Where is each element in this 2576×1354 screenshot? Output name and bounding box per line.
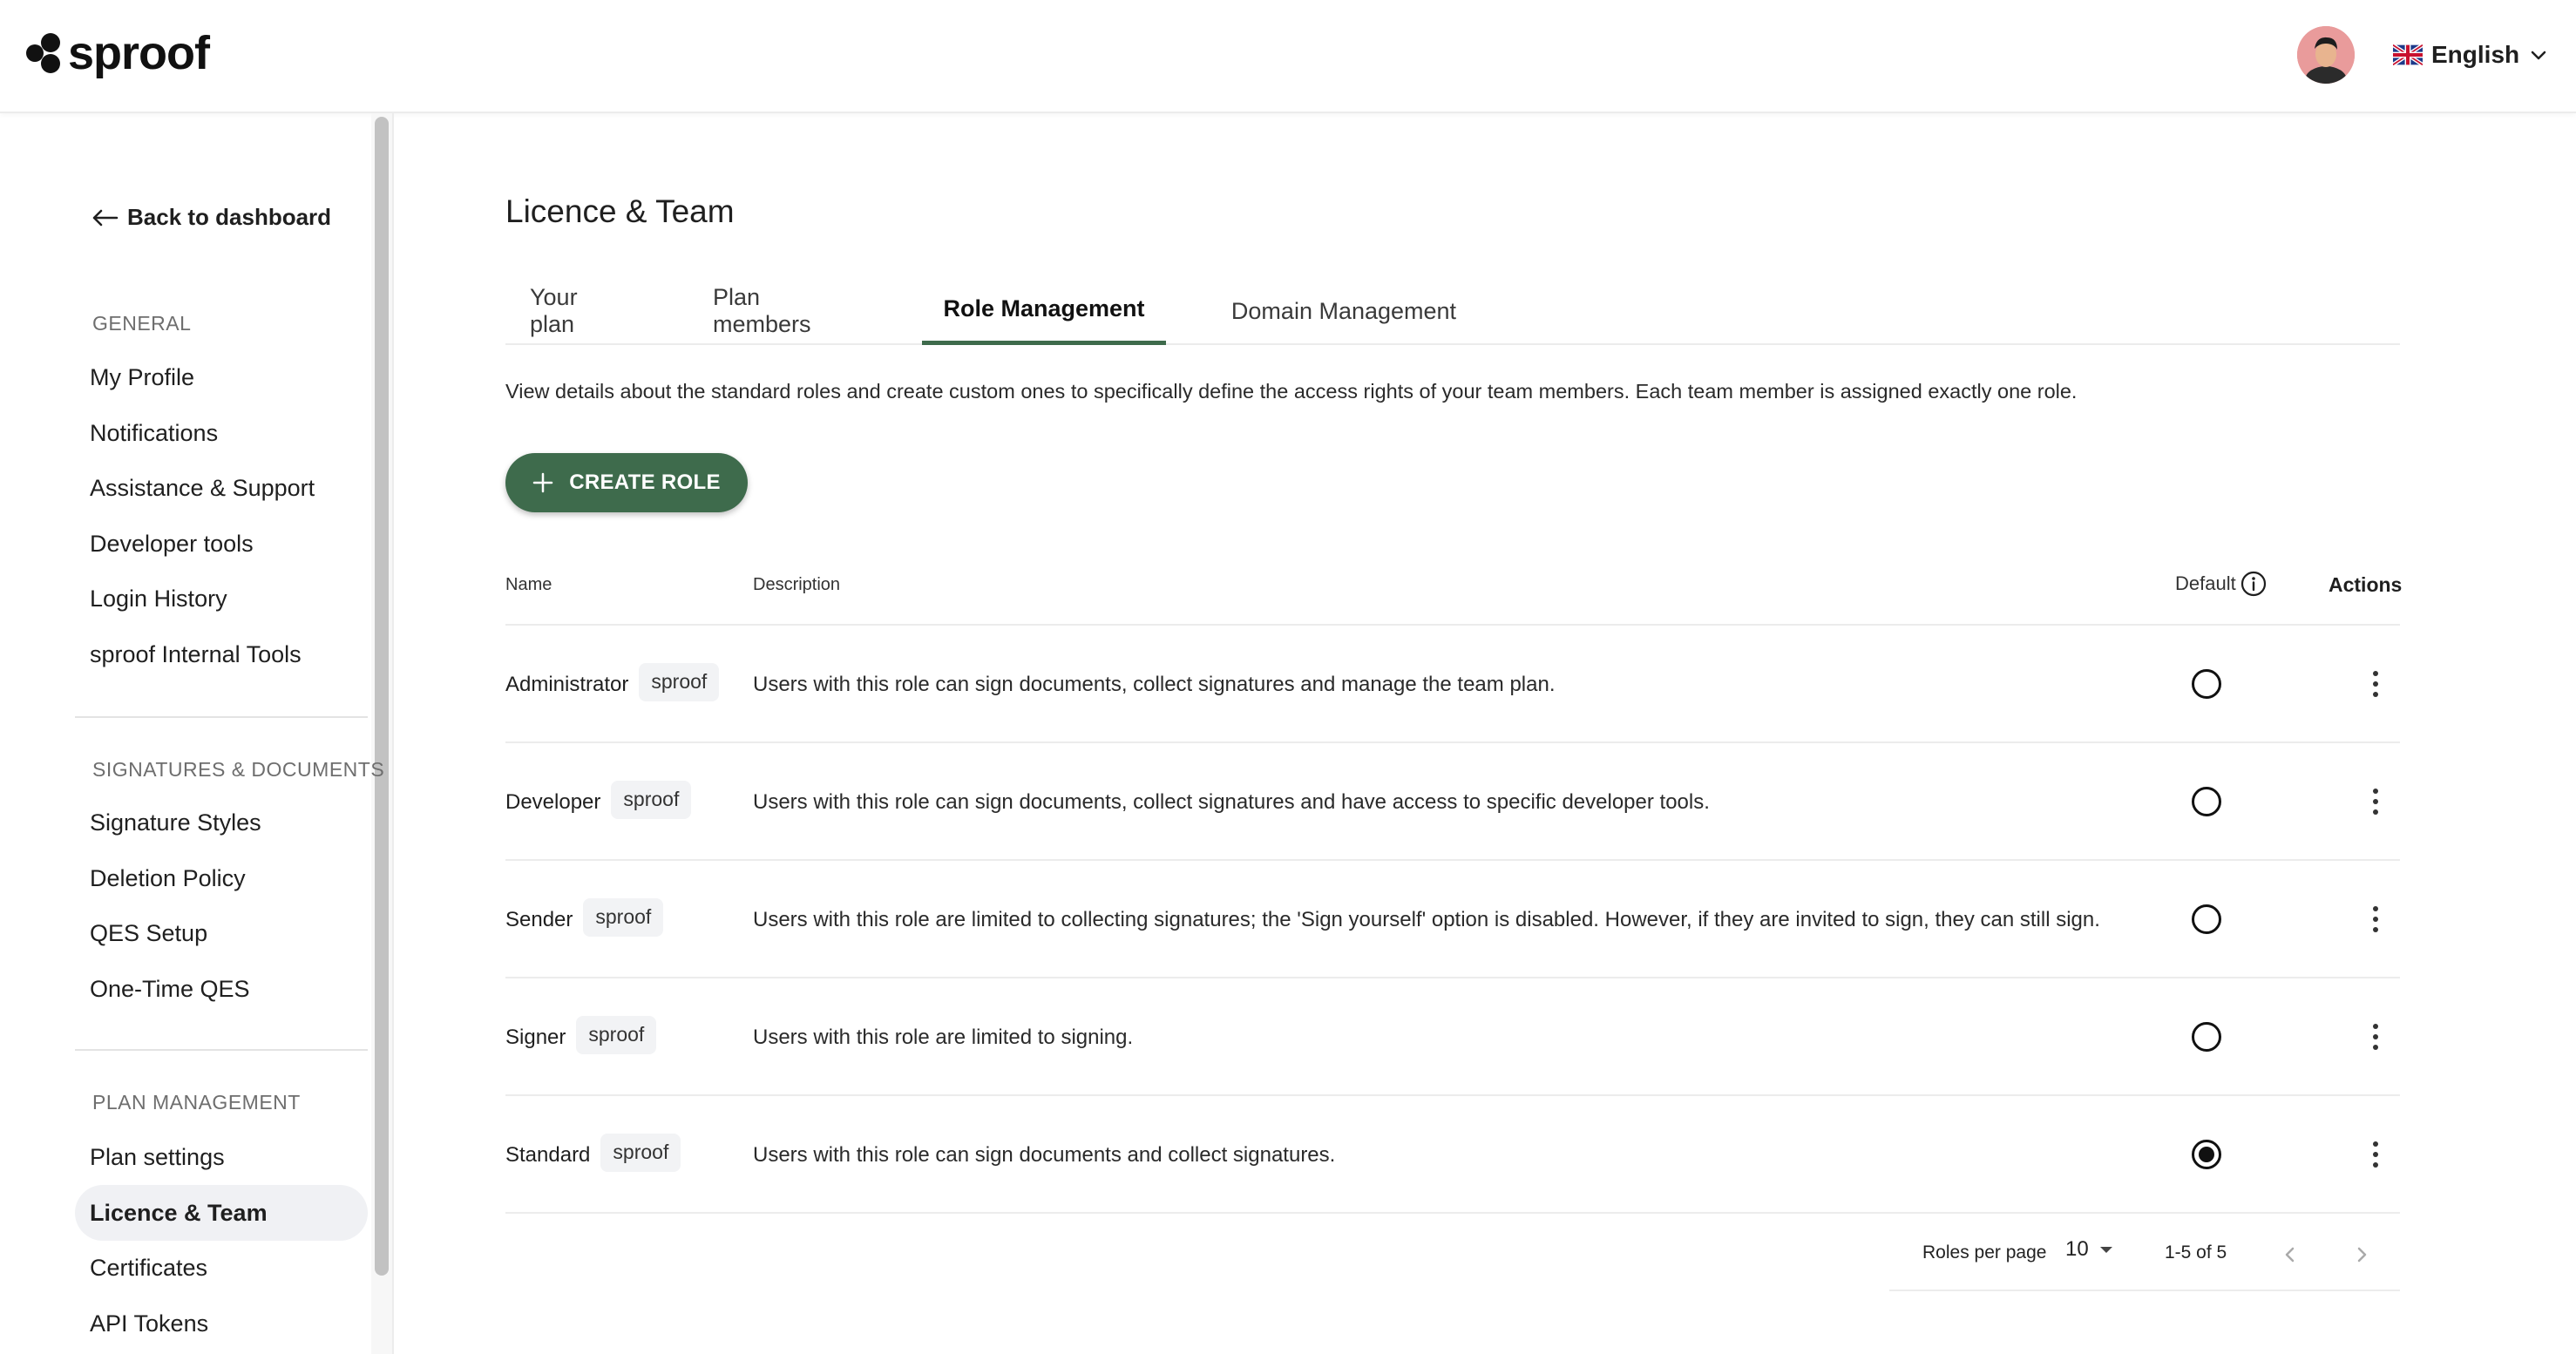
sidebar-item-login-history[interactable]: Login History	[75, 571, 368, 626]
caret-down-icon	[2099, 1247, 2112, 1253]
sidebar-divider	[75, 716, 368, 718]
info-icon[interactable]	[2240, 570, 2268, 598]
column-header-actions: Actions	[2329, 573, 2403, 596]
table-row: Developer sproof Users with this role ca…	[505, 743, 2400, 861]
table-row: Signer sproof Users with this role are l…	[505, 978, 2400, 1096]
role-name-cell: Sender sproof	[505, 861, 664, 978]
column-header-default-label: Default	[2175, 572, 2236, 594]
user-avatar[interactable]	[2297, 26, 2355, 84]
sproof-logo[interactable]: sproof	[24, 26, 210, 80]
role-badge: sproof	[583, 897, 664, 937]
more-vert-icon[interactable]	[2358, 783, 2393, 820]
chevron-down-icon	[2531, 51, 2546, 60]
default-radio[interactable]	[2192, 1022, 2221, 1052]
page-title: Licence & Team	[505, 193, 735, 229]
sidebar-item-api-tokens[interactable]: API Tokens	[75, 1296, 368, 1351]
more-vert-icon[interactable]	[2358, 666, 2393, 702]
column-header-default: Default	[2175, 570, 2268, 598]
table-row: Administrator sproof Users with this rol…	[505, 626, 2400, 743]
table-row: Sender sproof Users with this role are l…	[505, 861, 2400, 978]
sidebar-divider	[75, 1049, 368, 1051]
column-header-name: Name	[505, 575, 552, 594]
more-vert-icon[interactable]	[2358, 1136, 2393, 1173]
logo-text: sproof	[68, 27, 210, 79]
tab-plan-members[interactable]: Plan members	[713, 277, 864, 345]
section-title-general: GENERAL	[92, 312, 192, 335]
default-radio[interactable]	[2192, 669, 2221, 699]
sidebar-item-licence-team[interactable]: Licence & Team	[75, 1185, 368, 1241]
create-role-label: CREATE ROLE	[569, 471, 721, 494]
uk-flag-icon	[2393, 44, 2423, 65]
tab-your-plan[interactable]: Your plan	[530, 277, 608, 345]
section-title-signatures-documents: SIGNATURES & DOCUMENTS	[92, 758, 385, 781]
role-description: Users with this role can sign documents …	[753, 1142, 1336, 1167]
role-name-cell: Developer sproof	[505, 743, 692, 861]
rows-per-page-select[interactable]: 10	[2065, 1237, 2115, 1262]
language-selector[interactable]: English	[2393, 35, 2549, 75]
role-name-cell: Administrator sproof	[505, 626, 720, 743]
role-description: Users with this role are limited to coll…	[753, 907, 2100, 931]
tab-domain-management[interactable]: Domain Management	[1224, 277, 1464, 345]
sidebar-item-developer-tools[interactable]: Developer tools	[75, 516, 368, 572]
table-row: Standard sproof Users with this role can…	[505, 1096, 2400, 1214]
sidebar-item-my-profile[interactable]: My Profile	[75, 349, 368, 405]
sidebar-item-signature-styles[interactable]: Signature Styles	[75, 795, 368, 850]
sidebar-item-one-time-qes[interactable]: One-Time QES	[75, 961, 368, 1017]
more-vert-icon[interactable]	[2358, 1019, 2393, 1055]
sidebar-item-deletion-policy[interactable]: Deletion Policy	[75, 850, 368, 906]
role-name: Sender	[505, 907, 573, 931]
sidebar-item-internal-tools[interactable]: sproof Internal Tools	[75, 626, 368, 682]
sidebar: Back to dashboard GENERAL My Profile Not…	[0, 113, 394, 1354]
role-badge: sproof	[611, 780, 692, 819]
default-radio[interactable]	[2192, 787, 2221, 816]
sidebar-item-qes-setup[interactable]: QES Setup	[75, 905, 368, 961]
sidebar-scrollbar-thumb[interactable]	[375, 117, 389, 1276]
tab-role-management[interactable]: Role Management	[922, 277, 1166, 345]
role-description: Users with this role can sign documents,…	[753, 672, 1556, 696]
avatar-icon	[2297, 26, 2355, 84]
chevron-right-icon	[2357, 1247, 2367, 1263]
back-to-dashboard-link[interactable]: Back to dashboard	[91, 204, 331, 231]
tab-bar: Your plan Plan members Role Management D…	[505, 277, 2400, 345]
create-role-button[interactable]: CREATE ROLE	[505, 453, 748, 512]
chevron-left-icon	[2285, 1247, 2295, 1263]
role-badge: sproof	[576, 1015, 657, 1054]
pagination-range: 1-5 of 5	[2165, 1242, 2227, 1263]
previous-page-button[interactable]	[2273, 1237, 2308, 1272]
role-name: Standard	[505, 1142, 591, 1167]
top-bar: sproof English	[0, 0, 2576, 113]
table-bottom-divider	[505, 1212, 2400, 1214]
next-page-button[interactable]	[2344, 1237, 2379, 1272]
sidebar-item-plan-settings[interactable]: Plan settings	[75, 1129, 368, 1185]
pagination: Roles per page 10 1-5 of 5	[1889, 1220, 2400, 1291]
radio-dot	[2199, 1147, 2214, 1162]
plus-icon	[532, 472, 553, 493]
default-radio[interactable]	[2192, 904, 2221, 934]
back-to-dashboard-label: Back to dashboard	[127, 204, 332, 230]
default-radio-selected[interactable]	[2192, 1140, 2221, 1169]
rows-per-page-label: Roles per page	[1922, 1242, 2047, 1263]
intro-text: View details about the standard roles an…	[505, 380, 2078, 403]
role-name: Developer	[505, 789, 601, 814]
sidebar-item-assistance-support[interactable]: Assistance & Support	[75, 460, 368, 516]
arrow-left-icon	[92, 209, 119, 226]
language-label: English	[2431, 41, 2520, 68]
logo-mark-icon	[26, 33, 60, 73]
section-title-plan-management: PLAN MANAGEMENT	[92, 1091, 301, 1114]
role-name-cell: Signer sproof	[505, 978, 657, 1096]
role-description: Users with this role can sign documents,…	[753, 789, 1710, 814]
rows-per-page-value: 10	[2065, 1237, 2089, 1261]
sidebar-item-certificates[interactable]: Certificates	[75, 1240, 368, 1296]
role-name: Administrator	[505, 672, 629, 696]
role-badge: sproof	[639, 662, 720, 701]
sidebar-item-notifications[interactable]: Notifications	[75, 405, 368, 461]
role-name-cell: Standard sproof	[505, 1096, 681, 1214]
more-vert-icon[interactable]	[2358, 901, 2393, 938]
role-description: Users with this role are limited to sign…	[753, 1025, 1134, 1049]
role-badge: sproof	[600, 1133, 681, 1172]
role-name: Signer	[505, 1025, 566, 1049]
column-header-description: Description	[753, 575, 841, 594]
